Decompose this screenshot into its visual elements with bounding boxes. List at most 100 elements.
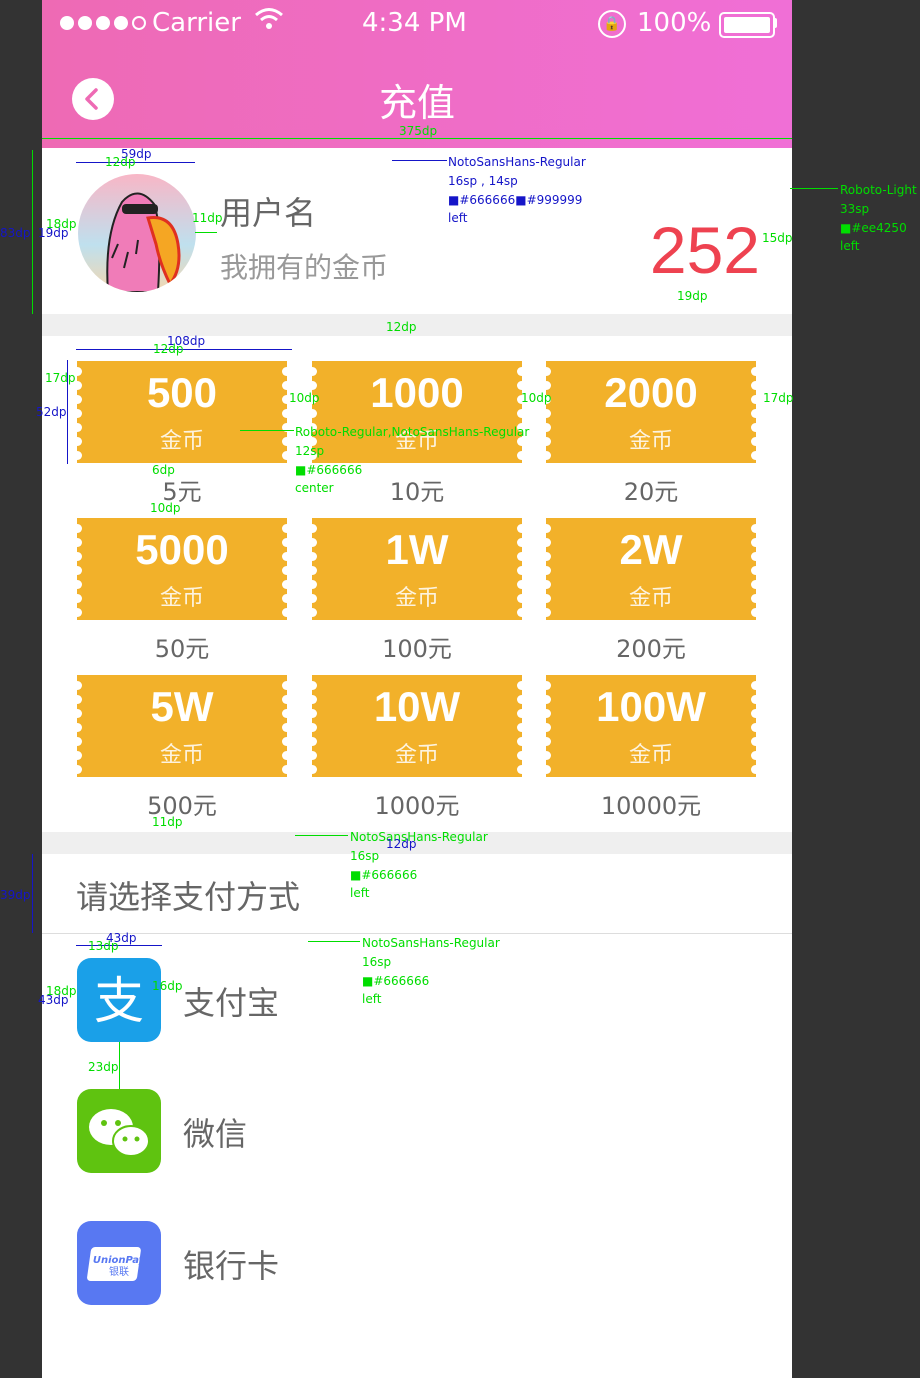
pay-option-bankcard[interactable]: UnionPay 银联 银行卡 (77, 1221, 792, 1305)
section-divider (42, 314, 792, 336)
card-notch (542, 381, 551, 390)
annotation: ■#666666 (362, 974, 430, 988)
package-card[interactable]: 10W 金币 (308, 675, 526, 777)
card-notch (308, 594, 317, 603)
package-amount: 2W (619, 526, 683, 573)
annotation: 16sp (350, 849, 380, 863)
card-notch (542, 723, 551, 732)
card-notch (282, 608, 291, 617)
package-unit: 金币 (394, 586, 439, 611)
annotation: ■#666666■#999999 (448, 193, 583, 207)
card-notch (751, 737, 760, 746)
card-notch (308, 751, 317, 760)
card-notch (308, 566, 317, 575)
pay-option-alipay[interactable]: 支 支付宝 (77, 958, 792, 1042)
rotation-lock-icon: 🔒 (598, 10, 626, 38)
coin-balance: 252 (649, 213, 760, 287)
annotation: 16sp (362, 955, 392, 969)
package-card[interactable]: 5W 金币 (73, 675, 291, 777)
package-unit: 金币 (159, 429, 204, 454)
package-amount: 1000 (370, 369, 464, 416)
card-notch (73, 552, 82, 561)
card-notch (751, 538, 760, 547)
annotation: 39dp (0, 888, 31, 902)
card-notch (73, 409, 82, 418)
payment-method-label: 请选择支付方式 (76, 878, 301, 916)
card-notch (308, 765, 317, 774)
package-card[interactable]: 1000 金币 (308, 361, 526, 463)
card-notch (308, 524, 317, 533)
annotation: 52dp (36, 405, 67, 419)
package-unit: 金币 (394, 743, 439, 768)
wechat-icon (77, 1089, 161, 1173)
annotation: 83dp (0, 226, 31, 240)
card-notch (751, 437, 760, 446)
card-notch (282, 695, 291, 704)
package-unit: 金币 (628, 743, 673, 768)
card-notch (517, 765, 526, 774)
annotation: ■#666666 (295, 463, 363, 477)
card-notch (308, 723, 317, 732)
card-notch (751, 381, 760, 390)
card-notch (751, 608, 760, 617)
card-notch (542, 709, 551, 718)
signal-icon (60, 16, 146, 30)
card-notch (308, 552, 317, 561)
annotation: NotoSansHans-Regular (350, 830, 488, 844)
card-notch (308, 681, 317, 690)
avatar[interactable] (78, 174, 196, 292)
package-amount: 2000 (604, 369, 698, 416)
card-notch (73, 751, 82, 760)
card-notch (542, 409, 551, 418)
card-notch (282, 552, 291, 561)
card-notch (308, 409, 317, 418)
annotation: left (350, 886, 370, 900)
battery-percent: 100% (637, 8, 712, 38)
annotation: 12dp (153, 342, 184, 356)
annotation: 12dp (105, 155, 136, 169)
card-notch (73, 695, 82, 704)
package-price: 20元 (623, 478, 679, 506)
package-price: 100元 (382, 635, 452, 663)
package-card[interactable]: 2000 金币 (542, 361, 760, 463)
carrier-label: Carrier (152, 8, 241, 38)
card-notch (282, 367, 291, 376)
package-unit: 金币 (628, 429, 673, 454)
annotation: 15dp (762, 231, 793, 245)
card-notch (517, 695, 526, 704)
annotation: 16dp (152, 979, 183, 993)
card-notch (517, 737, 526, 746)
card-notch (517, 524, 526, 533)
card-notch (542, 751, 551, 760)
package-card[interactable]: 1W 金币 (308, 518, 526, 620)
card-notch (542, 695, 551, 704)
annotation: left (840, 239, 860, 253)
card-notch (73, 594, 82, 603)
card-notch (542, 594, 551, 603)
card-notch (517, 608, 526, 617)
package-card[interactable]: 500 金币 (73, 361, 291, 463)
status-bar: Carrier 4:34 PM 🔒 100% (42, 0, 792, 48)
card-notch (542, 552, 551, 561)
pay-option-wechat[interactable]: 微信 (77, 1089, 792, 1173)
annotation: 10dp (150, 501, 181, 515)
card-notch (282, 594, 291, 603)
card-notch (542, 580, 551, 589)
card-notch (751, 451, 760, 460)
card-notch (282, 451, 291, 460)
card-notch (73, 737, 82, 746)
card-notch (751, 395, 760, 404)
annotation: 16sp , 14sp (448, 174, 518, 188)
package-card[interactable]: 2W 金币 (542, 518, 760, 620)
card-notch (751, 423, 760, 432)
package-card[interactable]: 100W 金币 (542, 675, 760, 777)
annotation: 11dp (192, 211, 223, 225)
card-notch (73, 538, 82, 547)
card-notch (751, 409, 760, 418)
package-card[interactable]: 5000 金币 (73, 518, 291, 620)
annotation: NotoSansHans-Regular (362, 936, 500, 950)
unionpay-subtext: 银联 (109, 1265, 129, 1278)
card-notch (282, 566, 291, 575)
card-notch (73, 608, 82, 617)
card-notch (282, 437, 291, 446)
